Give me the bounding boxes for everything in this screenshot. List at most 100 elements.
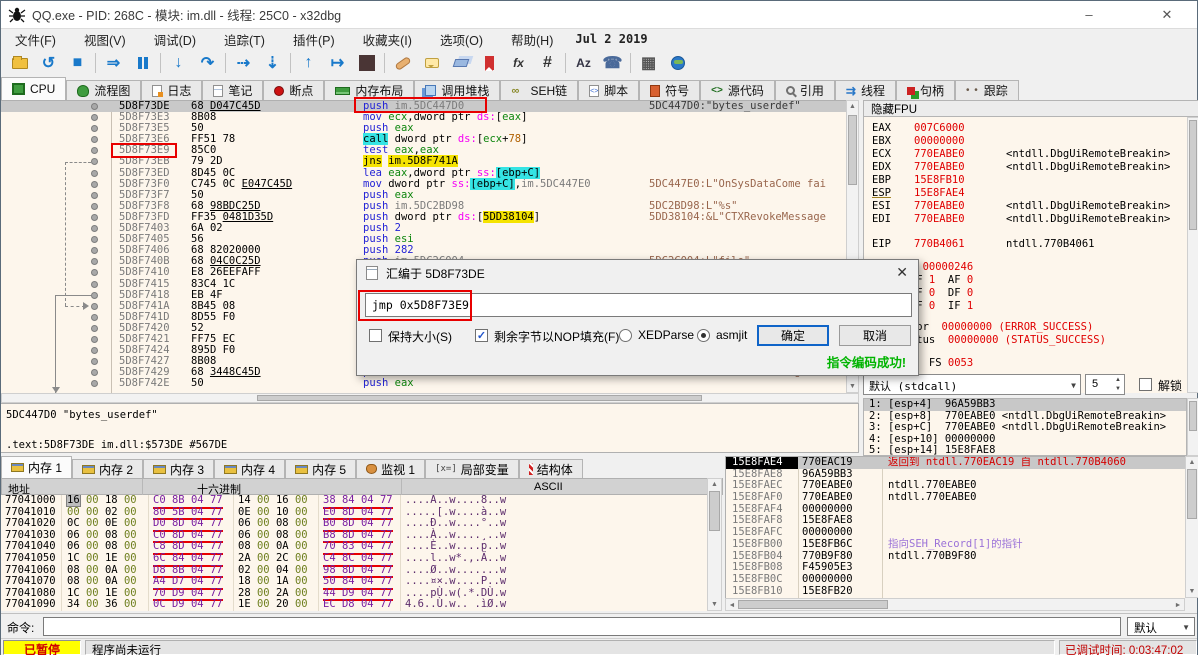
keep-size-checkbox[interactable]: [369, 329, 382, 342]
tab-脚本[interactable]: <> 脚本: [578, 80, 640, 100]
breakpoint-dot-icon[interactable]: [91, 103, 98, 110]
dump-row[interactable]: 77041090 34 00 36 00 0C D9 04 77 1E 00 20 0…: [1, 599, 707, 611]
assemble-dialog-titlebar[interactable]: 汇编于 5D8F73DE ✕: [357, 260, 918, 286]
strings-button[interactable]: Az: [569, 51, 598, 75]
cancel-button[interactable]: 取消: [839, 325, 911, 346]
argument-row[interactable]: 5: [esp+14] 15E8FAE8: [864, 444, 1186, 455]
tab-内存 3[interactable]: 内存 3: [143, 459, 215, 478]
calculator-button[interactable]: ▦: [634, 51, 663, 75]
xedparse-radio[interactable]: [619, 329, 632, 342]
step-into-button[interactable]: ↓: [164, 51, 193, 75]
register-row[interactable]: EBP 15E8FB10: [864, 174, 1187, 187]
stack-row[interactable]: 15E8FB08 F45905E3: [726, 561, 1185, 574]
tab-内存 1[interactable]: 内存 1: [1, 456, 73, 478]
bookmarks-button[interactable]: [475, 51, 504, 75]
breakpoint-dot-icon[interactable]: [91, 302, 98, 310]
tab-引用[interactable]: 引用: [774, 80, 835, 100]
register-row[interactable]: EBX 00000000: [864, 135, 1187, 148]
menu-item[interactable]: 视图(V): [70, 29, 140, 49]
step-out-button[interactable]: ↑: [294, 51, 323, 75]
breakpoint-dot-icon[interactable]: [91, 147, 98, 155]
breakpoint-dot-icon[interactable]: [91, 335, 98, 343]
breakpoint-dot-icon[interactable]: [91, 213, 98, 221]
unlock-checkbox[interactable]: [1139, 378, 1152, 391]
stack-row[interactable]: 15E8FB04 770B9F80 ntdll.770B9F80: [726, 550, 1185, 563]
tab-跟踪[interactable]: • • 跟踪: [954, 80, 1019, 100]
tab-句柄[interactable]: 句柄: [895, 80, 955, 100]
breakpoint-dot-icon[interactable]: [91, 380, 98, 388]
trace-over-button[interactable]: ⇣: [258, 51, 287, 75]
tab-符号[interactable]: 符号: [639, 80, 701, 100]
breakpoint-dot-icon[interactable]: [91, 114, 98, 122]
breakpoint-dot-icon[interactable]: [91, 324, 98, 332]
breakpoint-dot-icon[interactable]: [91, 136, 98, 144]
stack-row[interactable]: 15E8FAE4 770EAC19 返回到 ntdll.770EAC19 自 ntd…: [726, 457, 1185, 469]
trace-into-button[interactable]: ⇢: [229, 51, 258, 75]
breakpoint-dot-icon[interactable]: [91, 313, 98, 321]
dump-vscrollbar[interactable]: ▲ ▼: [707, 478, 722, 611]
breakpoint-dot-icon[interactable]: [91, 225, 98, 233]
breakpoint-dot-icon[interactable]: [91, 291, 98, 299]
register-row[interactable]: ESP 15E8FAE4: [864, 187, 1187, 200]
menu-item[interactable]: 插件(P): [279, 29, 349, 49]
step-over-button[interactable]: ↷: [193, 51, 222, 75]
breakpoint-dot-icon[interactable]: [91, 158, 98, 166]
command-input[interactable]: [43, 617, 1121, 636]
register-row[interactable]: EDI 770EABE0 <ntdll.DbgUiRemoteBreakin>: [864, 213, 1187, 226]
arguments-vscrollbar[interactable]: [1187, 398, 1198, 456]
breakpoint-dot-icon[interactable]: [91, 247, 98, 255]
stack-row[interactable]: 15E8FAF8 15E8FAE8: [726, 515, 1185, 527]
pause-button[interactable]: [128, 51, 157, 75]
tab-内存布局[interactable]: 内存布局: [324, 80, 415, 100]
calling-convention-select[interactable]: 默认 (stdcall) ▼: [863, 374, 1081, 395]
spinner-arrows-icon[interactable]: ▲ ▼: [1115, 376, 1121, 394]
minimize-button[interactable]: –: [1069, 1, 1109, 28]
globe-button[interactable]: [663, 51, 692, 75]
tab-内存 5[interactable]: 内存 5: [285, 459, 357, 478]
hash-button[interactable]: #: [533, 51, 562, 75]
asmjit-radio[interactable]: [697, 329, 710, 342]
stack-row[interactable]: 15E8FB0C 00000000: [726, 573, 1185, 586]
dialog-close-icon[interactable]: ✕: [896, 264, 908, 281]
breakpoint-dot-icon[interactable]: [91, 280, 98, 288]
functions-button[interactable]: fx: [504, 51, 533, 75]
tab-流程图[interactable]: 流程图: [66, 80, 142, 100]
register-row[interactable]: EAX 007C6000: [864, 122, 1187, 135]
phone-button[interactable]: ☎: [598, 51, 627, 75]
tab-结构体[interactable]: 结构体: [518, 459, 583, 478]
breakpoint-dot-icon[interactable]: [91, 236, 98, 244]
stack-vscrollbar[interactable]: ▲ ▼: [1185, 456, 1198, 598]
restart-button[interactable]: ↺: [34, 51, 63, 75]
tab-日志[interactable]: 日志: [141, 80, 203, 100]
hex-dump-panel[interactable]: 77041000 16 00 18 00 C0 8B 04 77 14 00 16 0…: [1, 495, 707, 611]
assemble-instruction-input[interactable]: [365, 293, 912, 317]
stack-hscrollbar[interactable]: ◄ ►: [725, 598, 1185, 611]
patches-button[interactable]: [388, 51, 417, 75]
disasm-row[interactable]: 5D8F742E 50 push eax: [1, 378, 846, 389]
tab-内存 4[interactable]: 内存 4: [214, 459, 286, 478]
comments-button[interactable]: [417, 51, 446, 75]
labels-button[interactable]: [446, 51, 475, 75]
stack-row[interactable]: 15E8FAF0 770EABE0 ntdll.770EABE0: [726, 491, 1185, 504]
hide-fpu-button[interactable]: 隐藏FPU: [863, 100, 1198, 117]
tab-内存 2[interactable]: 内存 2: [72, 459, 144, 478]
tab-笔记[interactable]: 笔记: [202, 80, 264, 100]
breakpoint-dot-icon[interactable]: [91, 269, 98, 277]
menu-item[interactable]: 追踪(T): [210, 29, 279, 49]
menu-item[interactable]: 文件(F): [1, 29, 70, 49]
breakpoint-dot-icon[interactable]: [91, 202, 98, 210]
argument-row[interactable]: 1: [esp+4] 96A59BB3: [864, 399, 1186, 411]
register-row[interactable]: EIP 770B4061 ntdll.770B4061: [864, 238, 1187, 251]
arguments-panel[interactable]: 1: [esp+4] 96A59BB3 2: [esp+8] 770EABE0 <…: [863, 398, 1187, 456]
command-profile-select[interactable]: 默认 ▼: [1127, 617, 1195, 636]
breakpoint-dot-icon[interactable]: [91, 358, 98, 366]
tab-局部变量[interactable]: [x=] 局部变量: [425, 459, 519, 478]
arg-count-stepper[interactable]: 5 ▲ ▼: [1085, 374, 1125, 395]
tab-源代码[interactable]: <> 源代码: [700, 80, 775, 100]
register-row[interactable]: ESI 770EABE0 <ntdll.DbgUiRemoteBreakin>: [864, 200, 1187, 213]
breakpoint-dot-icon[interactable]: [91, 169, 98, 177]
menu-item[interactable]: 调试(D): [140, 29, 210, 49]
breakpoint-dot-icon[interactable]: [91, 191, 98, 199]
argument-row[interactable]: 3: [esp+C] 770EABE0 <ntdll.DbgUiRemoteBr…: [864, 421, 1186, 434]
tab-SEH链[interactable]: ∞ SEH链: [500, 80, 579, 100]
